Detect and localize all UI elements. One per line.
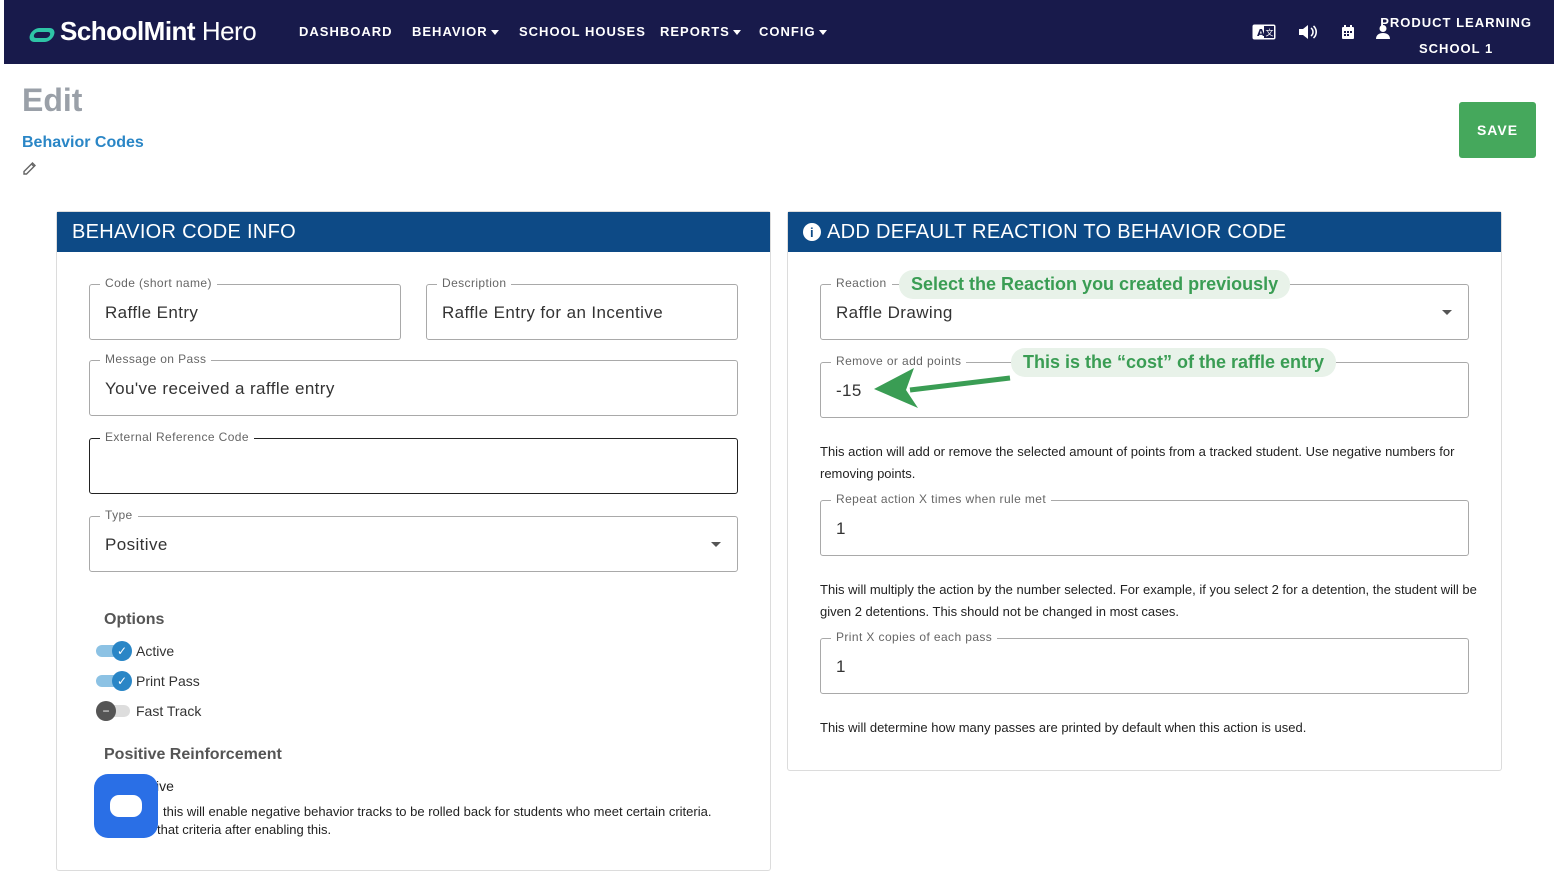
- field-label: Description: [437, 276, 512, 290]
- points-help-text: This action will add or remove the selec…: [820, 444, 1455, 481]
- card-header: i ADD DEFAULT REACTION TO BEHAVIOR CODE: [788, 212, 1501, 252]
- external-reference-code-field[interactable]: External Reference Code: [89, 430, 738, 494]
- option-label: Fast Track: [136, 703, 202, 719]
- dropdown-arrow-icon: [1442, 310, 1452, 315]
- option-print-pass[interactable]: ✓ Print Pass: [96, 671, 200, 691]
- fast-track-toggle[interactable]: −: [96, 701, 132, 721]
- repeat-help-text: This will multiply the action by the num…: [820, 582, 1477, 619]
- caret-down-icon: [818, 30, 827, 36]
- field-value: Raffle Entry: [105, 303, 199, 322]
- active-toggle[interactable]: ✓: [96, 641, 132, 661]
- field-label: Message on Pass: [100, 352, 212, 366]
- field-value: -15: [836, 381, 862, 400]
- breadcrumb-behavior-codes[interactable]: Behavior Codes: [22, 134, 144, 152]
- option-label: Active: [136, 643, 175, 659]
- pencil-icon[interactable]: [22, 160, 38, 176]
- logo-mark-icon: [27, 27, 57, 42]
- nav-reports[interactable]: REPORTS: [660, 24, 741, 39]
- chat-bubble-icon: [110, 795, 142, 817]
- copies-help-text: This will determine how many passes are …: [820, 720, 1307, 735]
- field-value: 1: [836, 519, 846, 538]
- annotation-arrow-icon: [874, 368, 1011, 408]
- nav-config-label: CONFIG: [759, 24, 816, 39]
- field-value: Raffle Drawing: [836, 303, 953, 322]
- nav-behavior[interactable]: BEHAVIOR: [412, 24, 499, 39]
- field-value: Positive: [105, 535, 168, 554]
- field-label: Code (short name): [100, 276, 217, 290]
- field-label: Type: [100, 508, 138, 522]
- caret-down-icon: [490, 30, 499, 36]
- translate-icon[interactable]: A文: [1251, 22, 1277, 42]
- option-active[interactable]: ✓ Active: [96, 641, 174, 661]
- repeat-action-field[interactable]: Repeat action X times when rule met 1: [820, 492, 1469, 556]
- svg-text:文: 文: [1266, 28, 1274, 38]
- option-label: Print Pass: [136, 673, 200, 689]
- code-short-name-field[interactable]: Code (short name) Raffle Entry: [89, 276, 401, 340]
- message-on-pass-field[interactable]: Message on Pass You've received a raffle…: [89, 352, 738, 416]
- field-value: 1: [836, 657, 846, 676]
- save-button[interactable]: SAVE: [1459, 102, 1536, 158]
- options-title: Options: [104, 611, 165, 628]
- positive-reinforcement-title: Positive Reinforcement: [104, 746, 282, 763]
- svg-text:A: A: [1257, 28, 1265, 39]
- card-header: BEHAVIOR CODE INFO: [57, 212, 770, 252]
- speaker-icon[interactable]: [1296, 22, 1318, 42]
- print-copies-field[interactable]: Print X copies of each pass 1: [820, 630, 1469, 694]
- field-label: Print X copies of each pass: [831, 630, 998, 644]
- nav-config[interactable]: CONFIG: [759, 24, 827, 39]
- check-icon: ✓: [112, 671, 132, 691]
- brand-suffix: Hero: [195, 16, 257, 46]
- nav-reports-label: REPORTS: [660, 24, 730, 39]
- info-icon: i: [803, 223, 821, 241]
- field-value: You've received a raffle entry: [105, 379, 335, 398]
- nav-behavior-label: BEHAVIOR: [412, 24, 488, 39]
- chat-support-button[interactable]: [94, 774, 158, 838]
- field-label: Repeat action X times when rule met: [831, 492, 1052, 506]
- points-annotation: This is the “cost” of the raffle entry: [1011, 348, 1337, 377]
- card-header-title: ADD DEFAULT REACTION TO BEHAVIOR CODE: [827, 220, 1287, 243]
- field-label: Reaction: [831, 276, 892, 290]
- nav-school-houses[interactable]: SCHOOL HOUSES: [519, 24, 646, 39]
- dropdown-arrow-icon: [711, 542, 721, 547]
- reaction-annotation: Select the Reaction you created previous…: [899, 270, 1291, 299]
- nav-dashboard[interactable]: DASHBOARD: [299, 24, 393, 39]
- minus-icon: −: [96, 701, 116, 721]
- user-school-menu[interactable]: PRODUCT LEARNING SCHOOL 1: [1380, 10, 1532, 62]
- user-name: PRODUCT LEARNING: [1380, 15, 1532, 30]
- school-name: SCHOOL 1: [1419, 41, 1494, 56]
- calendar-icon[interactable]: [1340, 22, 1356, 42]
- field-value: Raffle Entry for an Incentive: [442, 303, 664, 322]
- print-pass-toggle[interactable]: ✓: [96, 671, 132, 691]
- brand-name: SchoolMint: [60, 16, 196, 46]
- check-icon: ✓: [112, 641, 132, 661]
- option-fast-track[interactable]: − Fast Track: [96, 701, 201, 721]
- caret-down-icon: [732, 30, 741, 36]
- positive-reinforcement-toggle-label: ive: [156, 778, 174, 794]
- positive-reinforcement-help-2: that criteria after enabling this.: [157, 822, 332, 837]
- schoolmint-logo[interactable]: SchoolMint Hero: [27, 16, 257, 47]
- description-field[interactable]: Description Raffle Entry for an Incentiv…: [426, 276, 738, 340]
- page-title: Edit: [22, 82, 83, 118]
- top-navbar: SchoolMint Hero DASHBOARD BEHAVIOR SCHOO…: [4, 0, 1554, 64]
- field-label: External Reference Code: [100, 430, 254, 444]
- type-select[interactable]: Type Positive: [89, 508, 738, 572]
